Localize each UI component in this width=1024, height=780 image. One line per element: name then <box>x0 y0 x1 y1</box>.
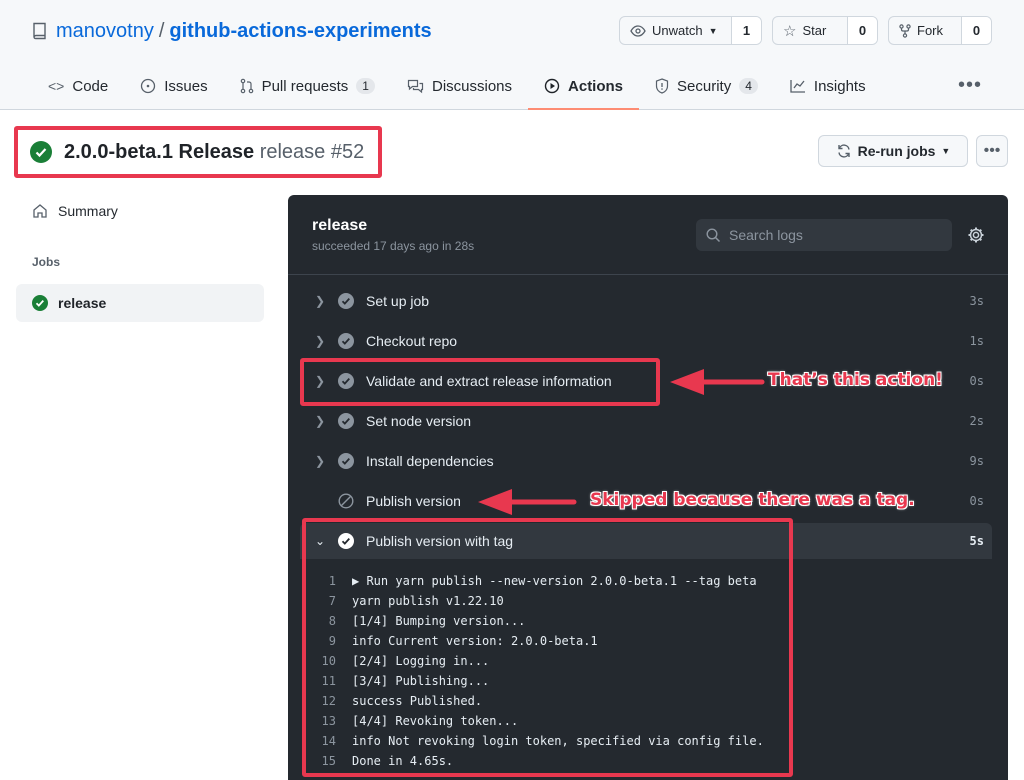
tab-actions[interactable]: Actions <box>528 62 640 110</box>
step-label: Set up job <box>366 293 430 309</box>
repo-header: manovotny / github-actions-experiments Unw… <box>0 0 1024 110</box>
job-log-header: release succeeded 17 days ago in 28s Sea… <box>288 195 1008 275</box>
eye-icon <box>630 24 646 37</box>
tab-insights[interactable]: Insights <box>774 62 882 110</box>
tab-code[interactable]: <> Code <box>32 62 124 110</box>
sidebar-item-release-job[interactable]: release <box>16 284 264 322</box>
success-check-icon <box>338 293 354 309</box>
success-check-icon <box>338 413 354 429</box>
fork-button[interactable]: Fork 0 <box>888 16 992 45</box>
repo-icon <box>33 22 46 40</box>
fork-count[interactable]: 0 <box>961 17 991 44</box>
shield-icon <box>655 78 669 94</box>
chevron-down-icon: ▼ <box>941 146 951 156</box>
search-logs-placeholder: Search logs <box>729 227 803 243</box>
chevron-down-icon: ▼ <box>708 25 718 36</box>
step-duration: 3s <box>969 294 984 308</box>
search-logs-input[interactable]: Search logs <box>696 219 952 251</box>
fork-icon <box>899 23 911 38</box>
rerun-jobs-button[interactable]: Re-run jobs ▼ <box>818 135 968 167</box>
security-count-badge: 4 <box>739 78 758 94</box>
publish-with-tag-highlight <box>302 518 793 777</box>
kebab-menu-icon[interactable]: ••• <box>976 135 1008 167</box>
sidebar-item-summary[interactable]: Summary <box>32 203 118 219</box>
step-checkout-repo[interactable]: ❯ Checkout repo 1s <box>300 323 992 359</box>
tab-issues-label: Issues <box>164 77 208 95</box>
step-label: Install dependencies <box>366 453 494 469</box>
step-duration: 9s <box>969 454 984 468</box>
chevron-right-icon: ❯ <box>314 454 326 468</box>
unwatch-button[interactable]: Unwatch ▼ 1 <box>619 16 762 45</box>
star-count[interactable]: 0 <box>847 17 877 44</box>
arrow-left-icon <box>670 369 765 395</box>
tab-security-label: Security <box>677 77 732 95</box>
success-check-icon <box>338 333 354 349</box>
run-title-highlight: 2.0.0-beta.1 Release release #52 <box>14 126 382 178</box>
code-icon: <> <box>48 78 65 94</box>
unwatch-label: Unwatch <box>652 23 703 38</box>
tab-code-label: Code <box>72 77 109 95</box>
step-label: Checkout repo <box>366 333 458 349</box>
annotation-this-action: That’s this action! <box>768 370 943 390</box>
summary-label: Summary <box>58 203 118 219</box>
star-label: Star <box>802 23 827 38</box>
step-duration: 0s <box>969 494 984 508</box>
step-duration: 5s <box>969 534 984 548</box>
arrow-left-icon <box>478 489 577 515</box>
chevron-right-icon: ❯ <box>314 334 326 348</box>
more-tabs-icon[interactable]: ••• <box>958 74 982 97</box>
repo-nav-tabs: <> Code Issues Pull requests 1 Discussio… <box>32 62 882 110</box>
step-set-node-version[interactable]: ❯ Set node version 2s <box>300 403 992 439</box>
issue-icon <box>141 78 156 94</box>
tab-security[interactable]: Security 4 <box>639 62 774 110</box>
play-icon <box>544 78 560 94</box>
validate-step-highlight <box>300 358 660 406</box>
graph-icon <box>790 80 805 93</box>
tab-pull-requests-label: Pull requests <box>261 77 349 95</box>
chevron-right-icon: ❯ <box>314 294 326 308</box>
success-check-icon <box>338 453 354 469</box>
step-duration: 0s <box>969 374 984 388</box>
success-check-icon <box>30 141 52 163</box>
tab-discussions[interactable]: Discussions <box>391 62 528 110</box>
step-duration: 2s <box>969 414 984 428</box>
step-set-up-job[interactable]: ❯ Set up job 3s <box>300 283 992 319</box>
tab-actions-label: Actions <box>568 77 624 95</box>
gear-icon[interactable] <box>966 225 986 245</box>
watch-count[interactable]: 1 <box>731 17 761 44</box>
chevron-right-icon: ❯ <box>314 414 326 428</box>
repo-separator: / <box>158 20 165 42</box>
run-title: 2.0.0-beta.1 Release <box>64 140 255 163</box>
job-status-text: succeeded 17 days ago in 28s <box>312 239 475 253</box>
step-label: Publish version <box>366 493 461 509</box>
job-name: release <box>58 295 107 311</box>
discussion-icon <box>407 79 424 93</box>
jobs-heading: Jobs <box>32 255 61 269</box>
search-icon <box>706 227 721 242</box>
skipped-icon <box>338 493 354 509</box>
tab-discussions-label: Discussions <box>431 77 513 95</box>
run-workflow-number: release #52 <box>259 140 365 163</box>
step-install-dependencies[interactable]: ❯ Install dependencies 9s <box>300 443 992 479</box>
pull-request-icon <box>240 78 253 94</box>
tab-insights-label: Insights <box>813 77 866 95</box>
annotation-skipped: Skipped because there was a tag. <box>590 490 915 510</box>
step-label: Set node version <box>366 413 472 429</box>
job-title: release <box>312 217 368 234</box>
repo-owner-link[interactable]: manovotny <box>56 20 154 42</box>
rerun-jobs-label: Re-run jobs <box>857 143 936 159</box>
sync-icon <box>837 144 850 158</box>
repo-title: manovotny / github-actions-experiments <box>56 18 432 44</box>
step-duration: 1s <box>969 334 984 348</box>
star-button[interactable]: ☆ Star 0 <box>772 16 878 45</box>
success-check-icon <box>32 295 48 311</box>
tab-pull-requests[interactable]: Pull requests 1 <box>224 62 391 110</box>
fork-label: Fork <box>917 23 943 38</box>
star-icon: ☆ <box>783 22 797 40</box>
repo-name-link[interactable]: github-actions-experiments <box>169 20 431 42</box>
home-icon <box>33 204 47 218</box>
tab-issues[interactable]: Issues <box>124 62 223 110</box>
pull-requests-count-badge: 1 <box>356 78 375 94</box>
